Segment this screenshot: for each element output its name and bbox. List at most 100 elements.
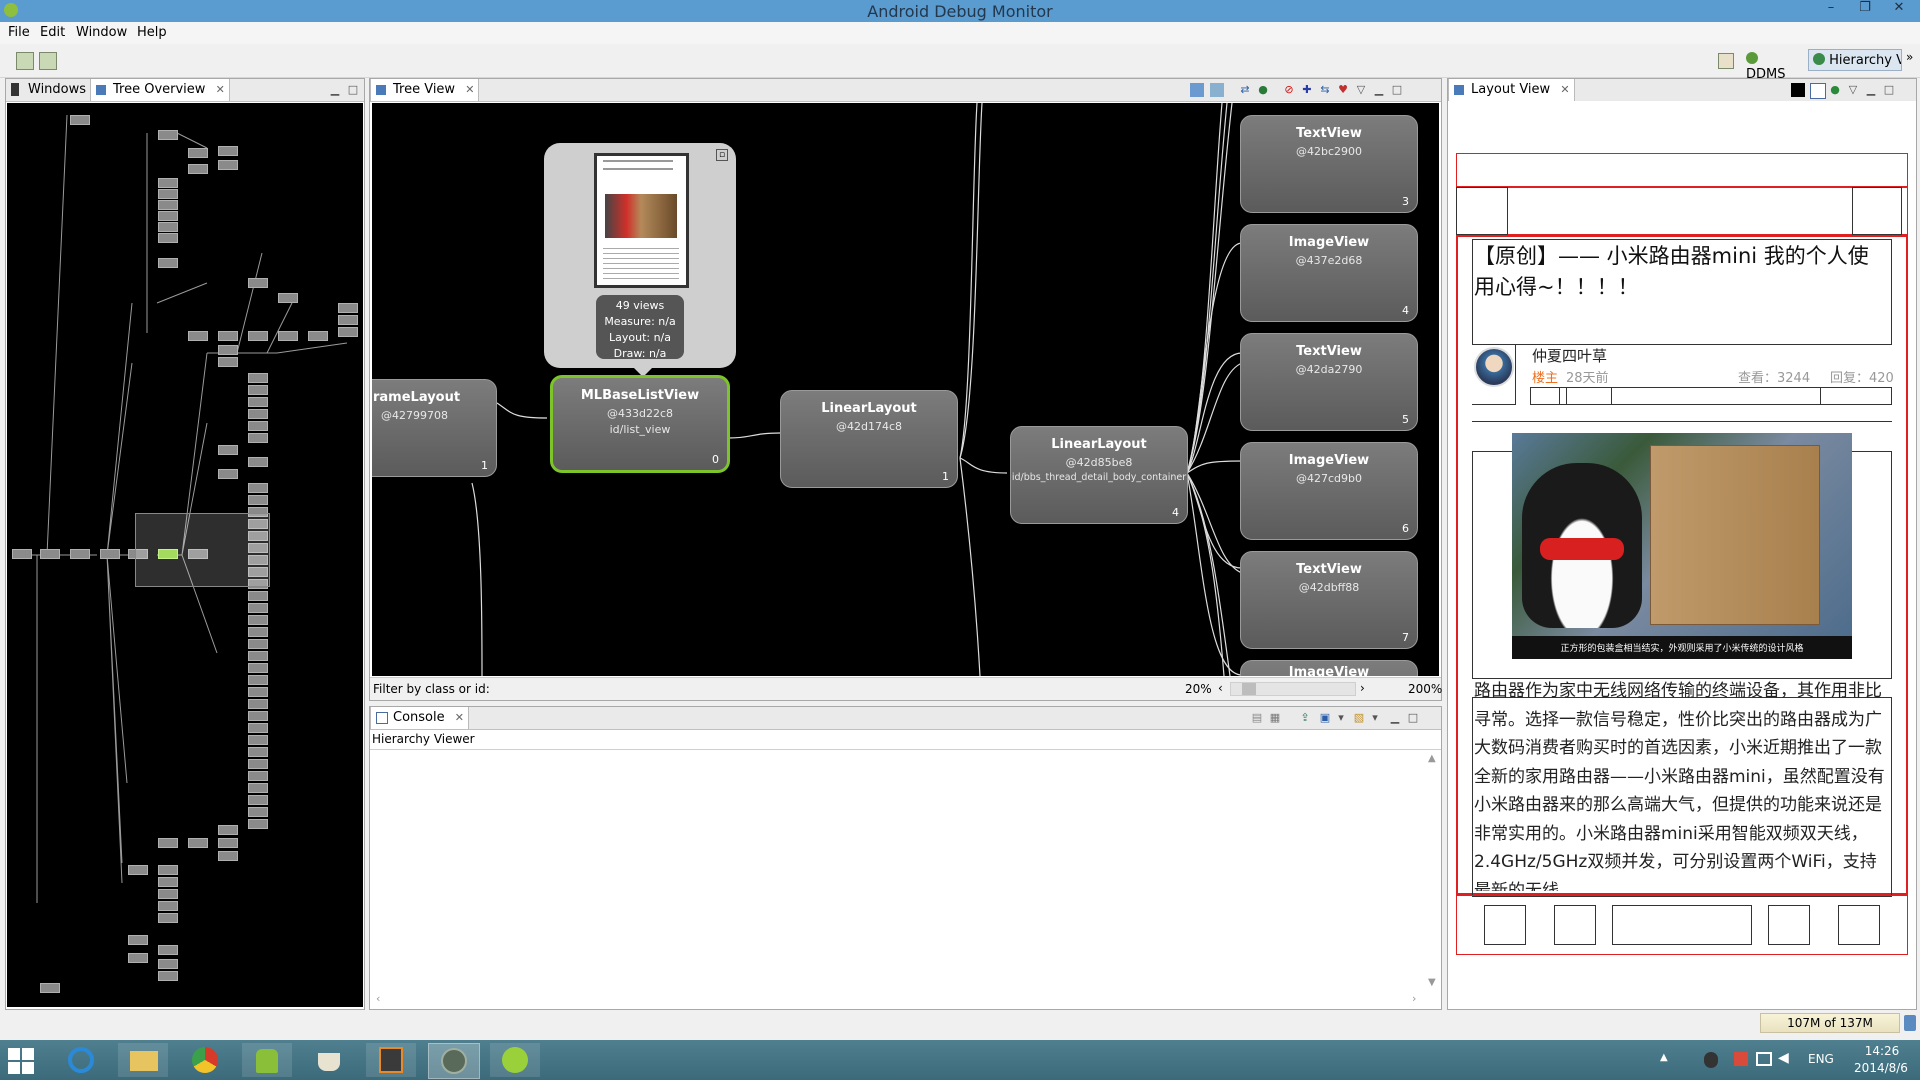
- tree-node-textview[interactable]: TextView @42dbff88 7: [1240, 551, 1418, 649]
- minimize-view-icon[interactable]: ▁: [1864, 83, 1878, 97]
- tab-layout-view[interactable]: Layout View ✕: [1448, 79, 1575, 101]
- profile-nodes-icon[interactable]: ♥: [1336, 83, 1350, 97]
- trash-icon[interactable]: [1904, 1015, 1916, 1031]
- menu-file[interactable]: File: [8, 25, 30, 40]
- tree-node-mlbaselistview-selected[interactable]: MLBaseListView @433d22c8 id/list_view 0: [550, 375, 730, 473]
- black-background-icon[interactable]: [1791, 83, 1805, 97]
- more-perspectives-icon[interactable]: »: [1906, 50, 1913, 64]
- scroll-left-arrow[interactable]: ‹: [376, 992, 380, 1005]
- chrome-icon[interactable]: [180, 1043, 230, 1077]
- filter-input[interactable]: [495, 679, 499, 696]
- start-button[interactable]: [8, 1048, 34, 1074]
- android-device-icon[interactable]: [39, 52, 57, 70]
- minimize-view-icon[interactable]: ▁: [1372, 83, 1386, 97]
- menu-help[interactable]: Help: [137, 25, 167, 40]
- tree-node-imageview-partial[interactable]: ImageView: [1240, 660, 1418, 676]
- show-extras-icon[interactable]: [1810, 83, 1826, 99]
- java-icon[interactable]: [304, 1043, 354, 1077]
- tree-node-framelayout[interactable]: rameLayout @42799708 1: [372, 379, 497, 477]
- pin-console-icon[interactable]: ⇪: [1298, 711, 1312, 725]
- clear-console-icon[interactable]: ▤: [1250, 711, 1264, 725]
- layout-view-canvas[interactable]: 【原创】—— 小米路由器mini 我的个人使用心得~！！！！ 仲夏四叶草 楼主 …: [1448, 101, 1916, 1009]
- overview-node: [248, 819, 268, 829]
- tab-tree-view[interactable]: Tree View ✕: [370, 79, 480, 101]
- zoom-right-arrow[interactable]: ›: [1360, 681, 1365, 695]
- zoom-slider-thumb[interactable]: [1242, 683, 1256, 695]
- sublime-text-icon[interactable]: [366, 1043, 416, 1077]
- perspective-hierarchy-viewer[interactable]: Hierarchy Vi: [1808, 49, 1902, 71]
- zoom-slider[interactable]: [1230, 682, 1356, 696]
- save-png-icon[interactable]: [1190, 83, 1204, 97]
- close-tab-icon[interactable]: ✕: [455, 711, 464, 724]
- scroll-down-arrow[interactable]: ▼: [1428, 977, 1436, 988]
- overview-node: [248, 385, 268, 395]
- tree-node-linearlayout[interactable]: LinearLayout @42d174c8 1: [780, 390, 958, 488]
- android-monitor-icon[interactable]: [242, 1043, 292, 1077]
- display-console-icon[interactable]: ▣: [1318, 711, 1332, 725]
- scroll-right-arrow[interactable]: ›: [1412, 992, 1416, 1005]
- flag-tray-icon[interactable]: [1734, 1052, 1748, 1066]
- open-perspective-icon[interactable]: [1718, 53, 1734, 69]
- overview-node: [248, 651, 268, 661]
- view-menu-icon[interactable]: ▽: [1846, 83, 1860, 97]
- display-view-icon[interactable]: ●: [1256, 83, 1270, 97]
- tree-node-imageview[interactable]: ImageView @437e2d68 4: [1240, 224, 1418, 322]
- minimize-view-icon[interactable]: ▁: [328, 83, 342, 97]
- tree-view-canvas[interactable]: ▫ 49 views Measure: n/a Layout: n/a Draw…: [372, 103, 1439, 676]
- save-icon[interactable]: [16, 52, 34, 70]
- memory-indicator[interactable]: 107M of 137M: [1760, 1013, 1900, 1033]
- tree-node-textview[interactable]: TextView @42bc2900 3: [1240, 115, 1418, 213]
- language-indicator[interactable]: ENG: [1808, 1052, 1834, 1066]
- clock-time[interactable]: 14:26: [1852, 1044, 1912, 1058]
- open-console-icon[interactable]: ▧: [1352, 711, 1366, 725]
- post-image: 正方形的包装盒相当结实，外观则采用了小米传统的设计风格: [1512, 433, 1852, 659]
- maximize-view-icon[interactable]: □: [1390, 83, 1404, 97]
- console-output[interactable]: [370, 749, 1441, 997]
- volume-tray-icon[interactable]: ◀: [1778, 1050, 1789, 1066]
- maximize-view-icon[interactable]: □: [1406, 711, 1420, 725]
- minimize-view-icon[interactable]: ▁: [1388, 711, 1402, 725]
- menu-edit[interactable]: Edit: [40, 25, 65, 40]
- close-tab-icon[interactable]: ✕: [216, 83, 225, 96]
- file-explorer-icon[interactable]: [118, 1043, 168, 1077]
- network-tray-icon[interactable]: [1756, 1052, 1772, 1066]
- dump-tree-icon[interactable]: ⇆: [1318, 83, 1332, 97]
- qq-tray-icon[interactable]: [1704, 1052, 1718, 1068]
- open-console-dropdown[interactable]: ▾: [1368, 711, 1382, 725]
- tree-overview-canvas[interactable]: [7, 103, 363, 1007]
- maximize-view-icon[interactable]: □: [1882, 83, 1896, 97]
- request-layout-icon[interactable]: ✚: [1300, 83, 1314, 97]
- reload-hierarchy-icon[interactable]: ⇄: [1238, 83, 1252, 97]
- tree-node-textview[interactable]: TextView @42da2790 5: [1240, 333, 1418, 431]
- show-hidden-icons[interactable]: ▲: [1660, 1052, 1668, 1063]
- tab-console[interactable]: Console ✕: [370, 707, 469, 729]
- tab-windows[interactable]: Windows: [6, 79, 90, 101]
- minimize-button[interactable]: –: [1816, 0, 1846, 20]
- zoom-left-arrow[interactable]: ‹: [1218, 681, 1223, 695]
- brackets-icon[interactable]: [490, 1043, 540, 1077]
- maximize-button[interactable]: ❐: [1850, 0, 1880, 20]
- display-console-dropdown[interactable]: ▾: [1334, 711, 1348, 725]
- overview-node: [278, 331, 298, 341]
- image-caption: 正方形的包装盒相当结实，外观则采用了小米传统的设计风格: [1560, 644, 1804, 654]
- tab-tree-overview[interactable]: Tree Overview ✕: [90, 79, 230, 101]
- hierarchy-viewer-app-icon[interactable]: [428, 1043, 480, 1079]
- close-tab-icon[interactable]: ✕: [465, 83, 474, 96]
- view-menu-icon[interactable]: ▽: [1354, 83, 1368, 97]
- invalidate-layout-icon[interactable]: ⊘: [1282, 83, 1296, 97]
- close-button[interactable]: ✕: [1884, 0, 1914, 20]
- perspective-ddms[interactable]: DDMS: [1742, 49, 1804, 82]
- close-tab-icon[interactable]: ✕: [1560, 83, 1569, 96]
- maximize-view-icon[interactable]: □: [346, 83, 360, 97]
- load-images-icon[interactable]: ●: [1828, 83, 1842, 97]
- export-layers-icon[interactable]: [1210, 83, 1224, 97]
- internet-explorer-icon[interactable]: [56, 1043, 106, 1077]
- scroll-lock-icon[interactable]: ▦: [1268, 711, 1282, 725]
- tree-node-imageview[interactable]: ImageView @427cd9b0 6: [1240, 442, 1418, 540]
- scroll-up-arrow[interactable]: ▲: [1428, 753, 1436, 764]
- clock-date[interactable]: 2014/8/6: [1844, 1061, 1918, 1075]
- menu-window[interactable]: Window: [76, 25, 127, 40]
- close-preview-icon[interactable]: ▫: [716, 149, 728, 161]
- tree-node-linearlayout-body[interactable]: LinearLayout @42d85be8 id/bbs_thread_det…: [1010, 426, 1188, 524]
- overview-viewport-rect[interactable]: [135, 513, 270, 587]
